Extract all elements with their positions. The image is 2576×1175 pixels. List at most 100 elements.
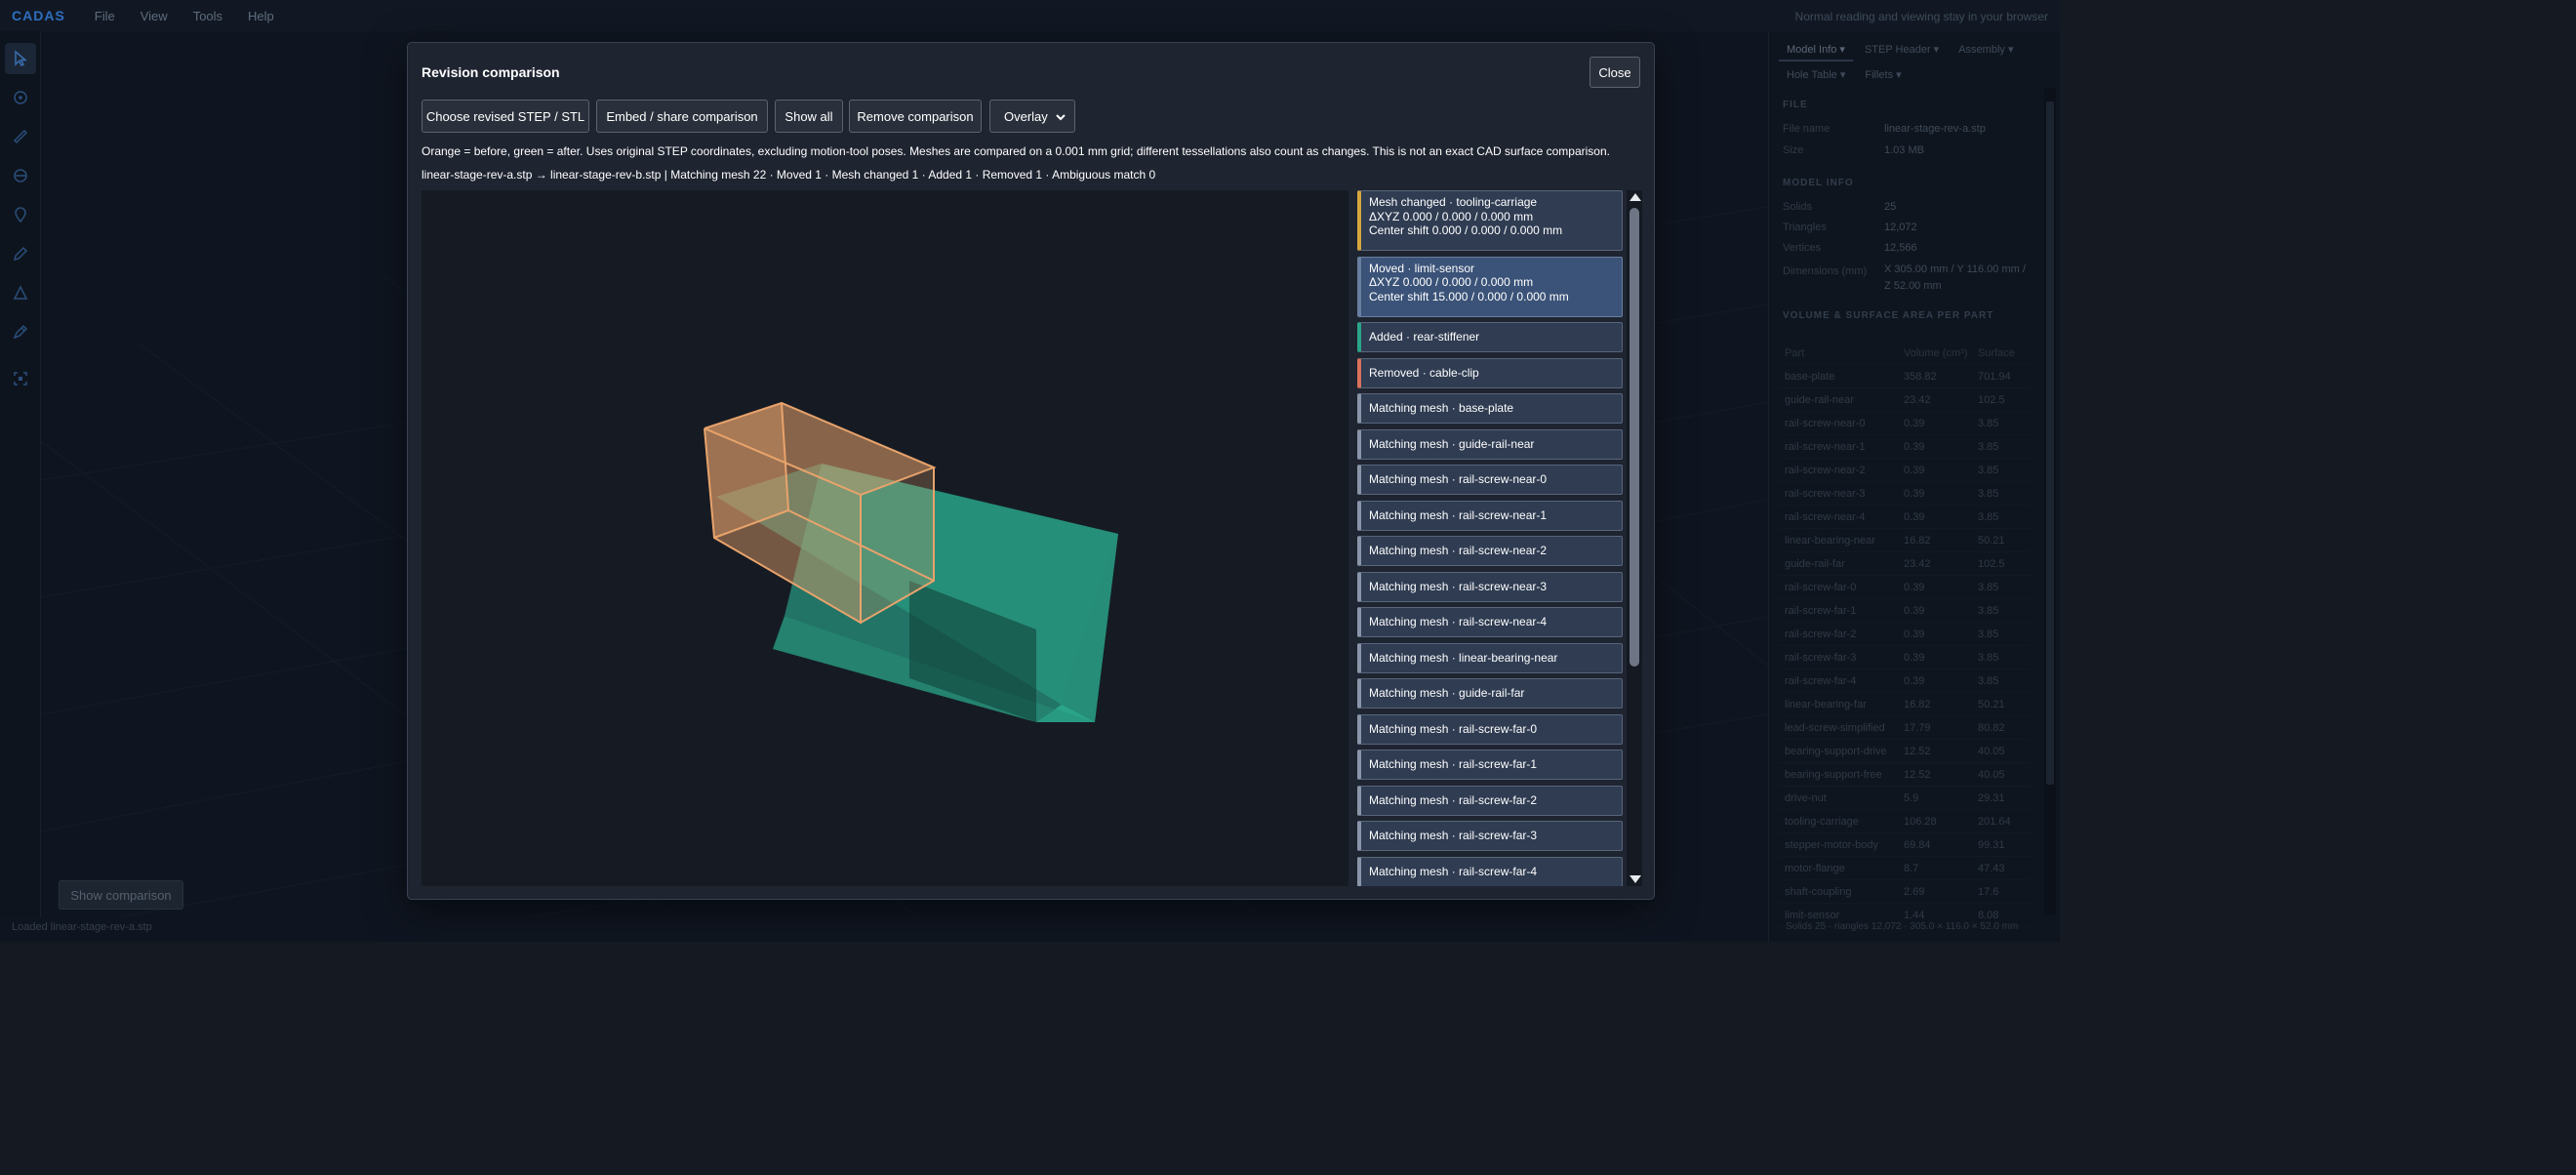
volume-table-row: guide-rail-near 23.42 102.5 bbox=[1779, 388, 2031, 412]
comparison-3d-viewer[interactable] bbox=[422, 190, 1348, 886]
volume-table-row: rail-screw-near-4 0.39 3.85 bbox=[1779, 506, 2031, 529]
change-item-match[interactable]: Matching mesh · rail-screw-near-0 bbox=[1357, 465, 1623, 495]
solids-label: Solids bbox=[1783, 201, 1812, 213]
change-item-match[interactable]: Matching mesh · rail-screw-near-1 bbox=[1357, 500, 1623, 531]
dimensions-label: Dimensions (mm) bbox=[1783, 265, 1868, 277]
panel-scrollbar-thumb[interactable] bbox=[2046, 101, 2054, 785]
change-item-match[interactable]: Matching mesh · rail-screw-near-2 bbox=[1357, 536, 1623, 566]
panel-tabs-row-1: Model Info ▾ STEP Header ▾ Assembly ▾ bbox=[1779, 39, 2025, 61]
dimensions-value: X 305.00 mm / Y 116.00 mm / Z 52.00 mm bbox=[1884, 263, 2026, 292]
volume-table-row: bearing-support-drive 12.52 40.05 bbox=[1779, 740, 2031, 763]
change-item-changed[interactable]: Mesh changed · tooling-carriage ΔXYZ 0.00… bbox=[1357, 190, 1623, 251]
chevron-down-icon bbox=[1056, 114, 1066, 121]
pin-tool[interactable] bbox=[5, 199, 36, 230]
triangle-icon bbox=[13, 285, 28, 300]
tab-model-info[interactable]: Model Info ▾ bbox=[1779, 39, 1853, 61]
before-part-render bbox=[704, 401, 937, 625]
tab-hole-table[interactable]: Hole Table ▾ bbox=[1779, 64, 1853, 87]
changes-list-scrollbar[interactable] bbox=[1627, 190, 1642, 886]
change-item-match[interactable]: Matching mesh · rail-screw-far-3 bbox=[1357, 821, 1623, 851]
remove-comparison-button[interactable]: Remove comparison bbox=[849, 100, 982, 133]
change-item-moved[interactable]: Moved · limit-sensor ΔXYZ 0.000 / 0.000 /… bbox=[1357, 256, 1623, 317]
markup-tool[interactable] bbox=[5, 316, 36, 347]
select-tool[interactable] bbox=[5, 43, 36, 74]
pencil-icon bbox=[13, 246, 28, 262]
measure-tool[interactable] bbox=[5, 121, 36, 152]
menu-help[interactable]: Help bbox=[248, 9, 274, 23]
tab-step-header[interactable]: STEP Header ▾ bbox=[1857, 39, 1947, 61]
volume-table-row: rail-screw-far-1 0.39 3.85 bbox=[1779, 599, 2031, 623]
tab-fillets[interactable]: Fillets ▾ bbox=[1857, 64, 1909, 87]
change-item-match[interactable]: Matching mesh · rail-screw-far-4 bbox=[1357, 856, 1623, 886]
volume-table-body: base-plate 358.82 701.94 guide-rail-near 23.… bbox=[1779, 365, 2031, 927]
status-message: Loaded linear-stage-rev-a.stp bbox=[12, 921, 152, 933]
privacy-hint: Normal reading and viewing stay in your … bbox=[1794, 10, 2048, 23]
show-all-button[interactable]: Show all bbox=[775, 100, 843, 133]
change-item-match[interactable]: Matching mesh · rail-screw-near-4 bbox=[1357, 607, 1623, 637]
comparison-mode-select[interactable]: Overlay bbox=[989, 100, 1075, 133]
change-item-removed[interactable]: Removed · cable-clip bbox=[1357, 357, 1623, 388]
change-item-match[interactable]: Matching mesh · rail-screw-near-3 bbox=[1357, 571, 1623, 602]
volume-table-row: rail-screw-far-3 0.39 3.85 bbox=[1779, 646, 2031, 669]
show-comparison-button[interactable]: Show comparison bbox=[59, 880, 183, 910]
section-tool[interactable] bbox=[5, 160, 36, 191]
volume-table-row: bearing-support-free 12.52 40.05 bbox=[1779, 763, 2031, 787]
change-item-added[interactable]: Added · rear-stiffener bbox=[1357, 322, 1623, 352]
tab-assembly[interactable]: Assembly ▾ bbox=[1951, 39, 2021, 61]
annotate-tool[interactable] bbox=[5, 238, 36, 269]
menu-bar: CADAS File View Tools Help Normal readin… bbox=[0, 0, 2060, 31]
menu-view[interactable]: View bbox=[141, 9, 168, 23]
volume-table-row: rail-screw-near-3 0.39 3.85 bbox=[1779, 482, 2031, 506]
triangles-label: Triangles bbox=[1783, 222, 1827, 233]
file-section-title: FILE bbox=[1783, 100, 1808, 110]
fit-view-tool[interactable] bbox=[5, 363, 36, 394]
change-item-match[interactable]: Matching mesh · guide-rail-far bbox=[1357, 678, 1623, 709]
comparison-legend: Orange = before, green = after. Uses ori… bbox=[422, 144, 1610, 158]
change-item-match[interactable]: Matching mesh · rail-screw-far-2 bbox=[1357, 785, 1623, 816]
change-item-match[interactable]: Matching mesh · rail-screw-far-0 bbox=[1357, 713, 1623, 745]
size-value: 1.03 MB bbox=[1884, 144, 1924, 156]
volume-table: Part Volume (cm³) Surface base-plate 358.… bbox=[1779, 342, 2031, 927]
volume-table-row: rail-screw-far-2 0.39 3.85 bbox=[1779, 623, 2031, 646]
menu-file[interactable]: File bbox=[95, 9, 115, 23]
change-item-match[interactable]: Matching mesh · guide-rail-near bbox=[1357, 428, 1623, 460]
mode-select-value: Overlay bbox=[1004, 108, 1048, 124]
close-button[interactable]: Close bbox=[1590, 57, 1640, 88]
solids-value: 25 bbox=[1884, 201, 1897, 213]
file-name-label: File name bbox=[1783, 123, 1831, 135]
vertices-value: 12,566 bbox=[1884, 242, 1917, 254]
menu-tools[interactable]: Tools bbox=[193, 9, 222, 23]
model-info-panel: Model Info ▾ STEP Header ▾ Assembly ▾ Ho… bbox=[1768, 31, 2060, 942]
overlay-render bbox=[704, 401, 1118, 722]
dialog-title: Revision comparison bbox=[422, 64, 560, 80]
orbit-tool[interactable] bbox=[5, 82, 36, 113]
cad-app-window: CADAS File View Tools Help Normal readin… bbox=[0, 0, 2060, 942]
embed-share-button[interactable]: Embed / share comparison bbox=[596, 100, 768, 133]
panel-tabs-row-2: Hole Table ▾ Fillets ▾ bbox=[1779, 64, 1913, 87]
scroll-up-arrow-icon[interactable] bbox=[1630, 193, 1641, 201]
model-info-section-title: MODEL INFO bbox=[1783, 178, 1854, 188]
app-logo: CADAS bbox=[12, 8, 65, 23]
volume-table-row: linear-bearing-near 16.82 50.21 bbox=[1779, 529, 2031, 552]
changes-list[interactable]: Mesh changed · tooling-carriage ΔXYZ 0.00… bbox=[1357, 190, 1625, 886]
vertices-label: Vertices bbox=[1783, 242, 1822, 254]
markup-icon bbox=[13, 324, 28, 340]
panel-scrollbar[interactable] bbox=[2044, 88, 2056, 915]
volume-table-row: guide-rail-far 23.42 102.5 bbox=[1779, 552, 2031, 576]
triangles-value: 12,072 bbox=[1884, 222, 1917, 233]
change-item-match[interactable]: Matching mesh · base-plate bbox=[1357, 393, 1623, 424]
volume-table-row: linear-bearing-far 16.82 50.21 bbox=[1779, 693, 2031, 716]
ruler-icon bbox=[13, 129, 28, 144]
volume-table-row: rail-screw-far-4 0.39 3.85 bbox=[1779, 669, 2031, 693]
location-pin-icon bbox=[15, 207, 26, 223]
volume-table-row: tooling-carriage 106.28 201.64 bbox=[1779, 810, 2031, 833]
model-stats-status: Solids 25 · riangles 12,072 · 305.0 × 11… bbox=[1786, 921, 2019, 932]
fit-view-icon bbox=[14, 372, 27, 385]
change-item-match[interactable]: Matching mesh · rail-screw-far-1 bbox=[1357, 750, 1623, 780]
change-item-match[interactable]: Matching mesh · linear-bearing-near bbox=[1357, 642, 1623, 673]
draft-tool[interactable] bbox=[5, 277, 36, 308]
choose-revised-file-button[interactable]: Choose revised STEP / STL bbox=[422, 100, 589, 133]
section-icon bbox=[14, 169, 27, 182]
scroll-down-arrow-icon[interactable] bbox=[1630, 875, 1641, 883]
changes-list-scrollbar-thumb[interactable] bbox=[1630, 208, 1639, 667]
